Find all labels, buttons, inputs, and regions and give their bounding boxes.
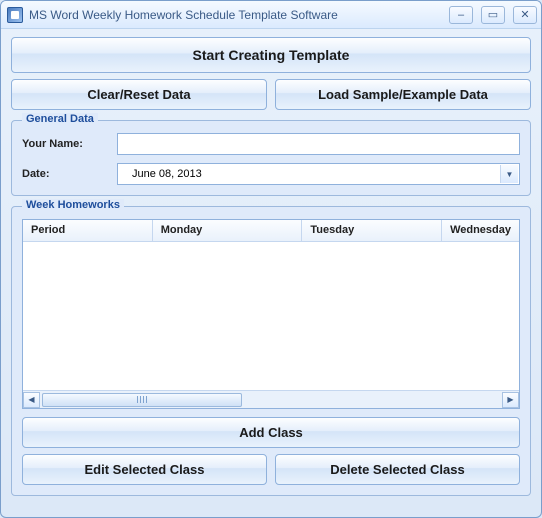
- listview-header: Period Monday Tuesday Wednesday: [23, 220, 519, 242]
- horizontal-scrollbar[interactable]: ◀ ▶: [23, 390, 519, 408]
- app-icon: [7, 7, 23, 23]
- date-picker[interactable]: June 08, 2013 ▼: [117, 163, 520, 185]
- week-homeworks-legend: Week Homeworks: [22, 199, 124, 211]
- col-monday[interactable]: Monday: [153, 220, 303, 241]
- general-data-group: General Data Your Name: Date: June 08, 2…: [11, 120, 531, 196]
- start-creating-button[interactable]: Start Creating Template: [11, 37, 531, 73]
- scroll-right-arrow-icon[interactable]: ▶: [502, 392, 519, 408]
- clear-reset-button[interactable]: Clear/Reset Data: [11, 79, 267, 110]
- chevron-down-icon[interactable]: ▼: [500, 165, 518, 183]
- homeworks-listview[interactable]: Period Monday Tuesday Wednesday ◀ ▶: [22, 219, 520, 409]
- name-label: Your Name:: [22, 138, 117, 150]
- add-class-button[interactable]: Add Class: [22, 417, 520, 448]
- close-button[interactable]: ✕: [513, 6, 537, 24]
- titlebar: MS Word Weekly Homework Schedule Templat…: [1, 1, 541, 29]
- content-area: Start Creating Template Clear/Reset Data…: [1, 29, 541, 506]
- scroll-left-arrow-icon[interactable]: ◀: [23, 392, 40, 408]
- date-value: June 08, 2013: [132, 168, 202, 180]
- week-homeworks-group: Week Homeworks Period Monday Tuesday Wed…: [11, 206, 531, 496]
- minimize-button[interactable]: –: [449, 6, 473, 24]
- scroll-thumb[interactable]: [42, 393, 242, 407]
- date-label: Date:: [22, 168, 117, 180]
- window-title: MS Word Weekly Homework Schedule Templat…: [29, 8, 441, 22]
- general-data-legend: General Data: [22, 113, 98, 125]
- col-wednesday[interactable]: Wednesday: [442, 220, 519, 241]
- scroll-track[interactable]: [40, 392, 502, 408]
- app-window: MS Word Weekly Homework Schedule Templat…: [0, 0, 542, 518]
- load-sample-button[interactable]: Load Sample/Example Data: [275, 79, 531, 110]
- edit-selected-class-button[interactable]: Edit Selected Class: [22, 454, 267, 485]
- listview-body[interactable]: [23, 242, 519, 390]
- col-period[interactable]: Period: [23, 220, 153, 241]
- col-tuesday[interactable]: Tuesday: [302, 220, 442, 241]
- delete-selected-class-button[interactable]: Delete Selected Class: [275, 454, 520, 485]
- maximize-button[interactable]: ▭: [481, 6, 505, 24]
- name-input[interactable]: [117, 133, 520, 155]
